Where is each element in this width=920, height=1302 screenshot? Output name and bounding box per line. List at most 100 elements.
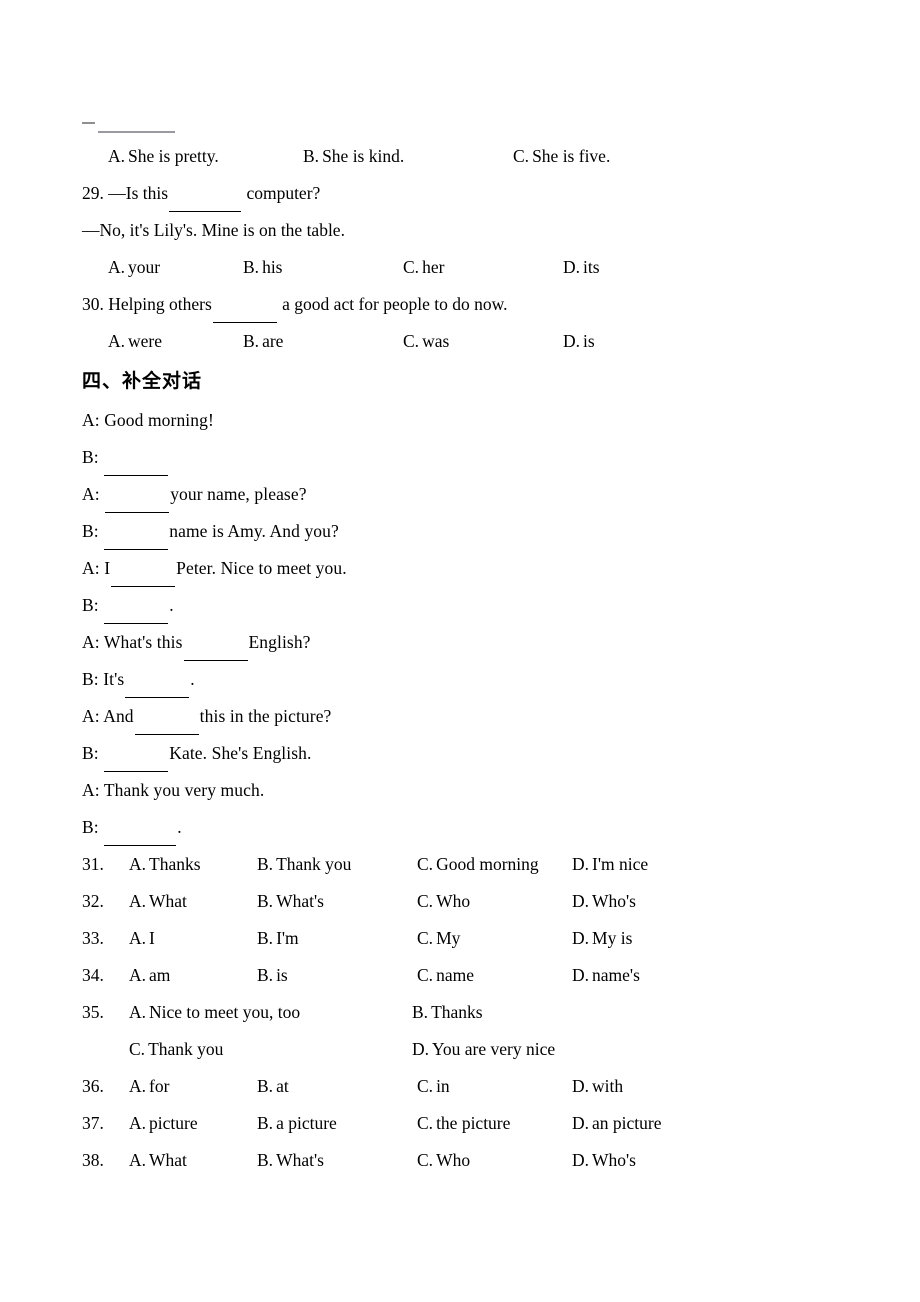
answer-blank[interactable] [183, 645, 248, 661]
option-marker: C. [417, 1076, 434, 1096]
option-text: were [128, 331, 163, 351]
option-marker: B. [257, 965, 274, 985]
dialogue-line: B: . [82, 809, 842, 846]
option-c[interactable]: C. She is five. [513, 138, 610, 175]
option-marker: B. [243, 257, 260, 277]
option-c[interactable]: C. her [403, 249, 444, 286]
option-b[interactable]: B. What's [257, 883, 324, 920]
dialogue-line: B: [82, 439, 842, 476]
dialogue-speaker: B: [82, 521, 99, 541]
dialogue-speaker: B: [82, 595, 99, 615]
dialogue-line: B: . [82, 587, 842, 624]
dialogue-line: B: name is Amy. And you? [82, 513, 842, 550]
dialogue-speaker: B: [82, 817, 99, 837]
answer-blank[interactable] [169, 196, 242, 212]
option-d[interactable]: D. with [572, 1068, 623, 1105]
option-c[interactable]: C. the picture [417, 1105, 510, 1142]
option-marker: C. [417, 965, 434, 985]
option-a[interactable]: A. I [129, 920, 155, 957]
option-text: What [149, 891, 187, 911]
dialogue-speaker: B: [82, 669, 99, 689]
option-text: with [592, 1076, 624, 1096]
option-d[interactable]: D. is [563, 323, 595, 360]
option-marker: D. [563, 257, 581, 277]
option-b[interactable]: B. are [243, 323, 283, 360]
option-b[interactable]: B. She is kind. [303, 138, 404, 175]
option-b[interactable]: B. Thank you [257, 846, 351, 883]
question-number: 37. [82, 1113, 104, 1133]
section-four-heading: 四、补全对话 [82, 370, 203, 392]
answer-blank[interactable] [134, 719, 199, 735]
option-d[interactable]: D. You are very nice [412, 1031, 555, 1068]
question-34-options-row: 34. A. am B. is C. name D. name's [82, 957, 842, 994]
option-a[interactable]: A. picture [129, 1105, 198, 1142]
option-text: your [128, 257, 161, 277]
option-c[interactable]: C. Who [417, 1142, 470, 1179]
option-a[interactable]: A. What [129, 883, 187, 920]
answer-blank[interactable] [212, 307, 277, 323]
option-text: Thanks [431, 1002, 483, 1022]
option-c[interactable]: C. Who [417, 883, 470, 920]
option-marker: A. [129, 854, 147, 874]
option-d[interactable]: D. My is [572, 920, 632, 957]
option-a[interactable]: A. were [108, 323, 162, 360]
option-c[interactable]: C. My [417, 920, 460, 957]
option-b[interactable]: B. a picture [257, 1105, 337, 1142]
option-b[interactable]: B. Thanks [412, 994, 483, 1031]
dialogue-text: this in the picture? [199, 706, 332, 726]
option-a[interactable]: A. She is pretty. [108, 138, 219, 175]
dialogue-line: A: I Peter. Nice to meet you. [82, 550, 842, 587]
option-d[interactable]: D. an picture [572, 1105, 662, 1142]
worksheet-page: A. She is pretty. B. She is kind. C. She is… [0, 0, 920, 1302]
option-d[interactable]: D. Who's [572, 1142, 636, 1179]
option-d[interactable]: D. its [563, 249, 600, 286]
answer-blank[interactable] [104, 830, 177, 846]
option-a[interactable]: A. Nice to meet you, too [129, 994, 300, 1031]
option-c[interactable]: C. in [417, 1068, 450, 1105]
question-35-options-row-1: 35. A. Nice to meet you, too B. Thanks [82, 994, 842, 1031]
option-b[interactable]: B. is [257, 957, 288, 994]
option-text: a picture [276, 1113, 337, 1133]
option-text: I [149, 928, 155, 948]
dialogue-text: Kate. She's English. [169, 743, 312, 763]
option-marker: D. [572, 1076, 590, 1096]
option-text: Thanks [149, 854, 201, 874]
option-marker: A. [108, 331, 126, 351]
option-text: its [583, 257, 600, 277]
option-a[interactable]: A. your [108, 249, 160, 286]
answer-blank[interactable] [104, 460, 169, 476]
option-b[interactable]: B. his [243, 249, 283, 286]
dialogue-line: A: Good morning! [82, 402, 842, 439]
question-32-options-row: 32. A. What B. What's C. Who D. Who's [82, 883, 842, 920]
option-c[interactable]: C. Thank you [129, 1031, 223, 1068]
option-c[interactable]: C. name [417, 957, 474, 994]
option-marker: B. [257, 854, 274, 874]
answer-blank[interactable] [105, 497, 170, 513]
option-d[interactable]: D. name's [572, 957, 640, 994]
option-d[interactable]: D. I'm nice [572, 846, 648, 883]
answer-blank[interactable] [111, 571, 176, 587]
option-marker: B. [303, 146, 320, 166]
option-b[interactable]: B. What's [257, 1142, 324, 1179]
option-text: She is pretty. [128, 146, 219, 166]
answer-blank[interactable] [104, 756, 169, 772]
option-d[interactable]: D. Who's [572, 883, 636, 920]
answer-blank-fragment [98, 131, 175, 133]
option-marker: D. [572, 1150, 590, 1170]
option-b[interactable]: B. at [257, 1068, 289, 1105]
option-marker: A. [129, 1076, 147, 1096]
option-a[interactable]: A. What [129, 1142, 187, 1179]
option-marker: B. [243, 331, 260, 351]
option-c[interactable]: C. Good morning [417, 846, 539, 883]
answer-blank[interactable] [104, 534, 169, 550]
option-c[interactable]: C. was [403, 323, 449, 360]
answer-blank[interactable] [125, 682, 190, 698]
dialogue-line: A: And this in the picture? [82, 698, 842, 735]
option-a[interactable]: A. for [129, 1068, 169, 1105]
option-a[interactable]: A. am [129, 957, 170, 994]
option-a[interactable]: A. Thanks [129, 846, 201, 883]
answer-blank[interactable] [104, 608, 169, 624]
question-number: 31. [82, 854, 104, 874]
option-b[interactable]: B. I'm [257, 920, 299, 957]
dialogue-line: A: Thank you very much. [82, 772, 842, 809]
